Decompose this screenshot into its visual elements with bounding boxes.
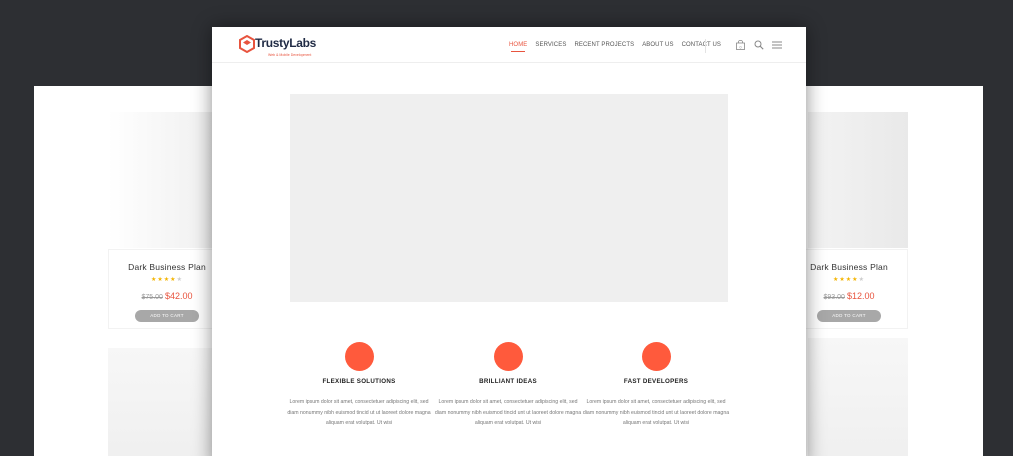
brand-name: TrustyLabs [255, 36, 317, 50]
cart-icon[interactable]: 0 [736, 40, 745, 50]
feature-title: FAST DEVELOPERS [623, 378, 689, 385]
feature-item: FAST DEVELOPERS Lorem ipsum dolor sit am… [581, 342, 731, 429]
cart-count: 0 [740, 45, 742, 49]
feature-text: Lorem ipsum dolor sit amet, consectetuer… [434, 399, 582, 426]
nav-item-services[interactable]: SERVICES [535, 42, 566, 48]
feature-icon [344, 342, 374, 371]
feature-title: BRILLIANT IDEAS [479, 378, 537, 385]
feature-text: Lorem ipsum dolor sit amet, consectetuer… [287, 399, 431, 426]
product-image-placeholder [808, 338, 908, 456]
feature-title: FLEXIBLE SOLUTIONS [322, 378, 396, 385]
nav-divider [705, 39, 706, 53]
product-image-placeholder [108, 112, 218, 248]
nav-item-about-us[interactable]: ABOUT US [642, 42, 673, 48]
main-nav: HOME SERVICES RECENT PROJECTS ABOUT US C… [509, 42, 729, 52]
site-logo[interactable]: TrustyLabs Web & Mobile Development [238, 35, 328, 59]
logo-icon [239, 35, 255, 53]
rating-stars: ★★★★★ [833, 277, 865, 283]
product-title[interactable]: Dark Business Plan [109, 262, 225, 272]
feature-icon [641, 342, 671, 371]
product-title[interactable]: Dark Business Plan [791, 262, 907, 272]
product-card: Dark Business Plan ★★★★★ $93.00 $12.00 AD… [790, 249, 908, 329]
product-price: $93.00 $12.00 [791, 286, 907, 304]
main-page: TrustyLabs Web & Mobile Development HOME… [212, 27, 806, 456]
search-icon[interactable] [754, 40, 764, 50]
old-price: $93.00 [823, 294, 845, 301]
old-price: $75.00 [141, 294, 163, 301]
rating-stars: ★★★★★ [151, 277, 183, 283]
feature-icon [493, 342, 523, 371]
new-price: $42.00 [164, 291, 193, 301]
product-image-placeholder [808, 112, 908, 248]
feature-item: BRILLIANT IDEAS Lorem ipsum dolor sit am… [433, 342, 583, 429]
product-price: $75.00 $42.00 [109, 286, 225, 304]
menu-icon[interactable] [772, 41, 782, 49]
new-price: $12.00 [846, 291, 875, 301]
product-card: Dark Business Plan ★★★★★ $75.00 $42.00 AD… [108, 249, 226, 329]
nav-item-home[interactable]: HOME [509, 42, 527, 52]
nav-item-contact-us[interactable]: CONTACT US [682, 42, 721, 48]
site-header: TrustyLabs Web & Mobile Development HOME… [212, 27, 806, 63]
feature-item: FLEXIBLE SOLUTIONS Lorem ipsum dolor sit… [284, 342, 434, 429]
brand-tagline: Web & Mobile Development [268, 53, 312, 57]
hero-image-placeholder [290, 94, 728, 302]
feature-text: Lorem ipsum dolor sit amet, consectetuer… [582, 399, 730, 426]
add-to-cart-button[interactable]: ADD TO CART [135, 310, 199, 322]
product-image-placeholder [108, 348, 218, 456]
add-to-cart-button[interactable]: ADD TO CART [817, 310, 881, 322]
nav-item-recent-projects[interactable]: RECENT PROJECTS [574, 42, 634, 48]
